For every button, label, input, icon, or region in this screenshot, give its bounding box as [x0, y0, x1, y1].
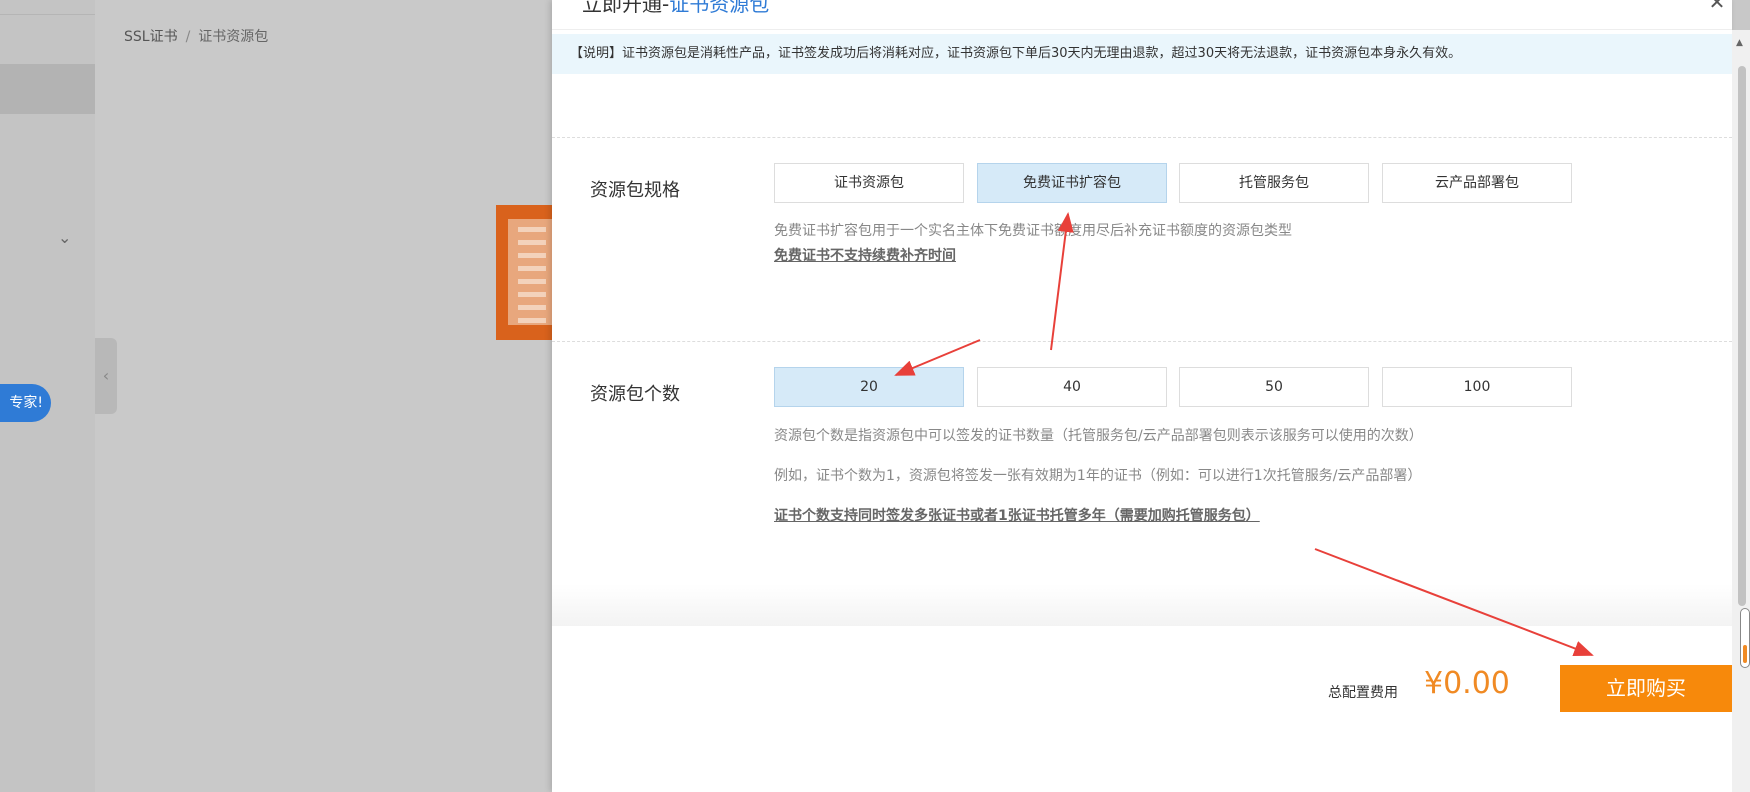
spec-note: 免费证书不支持续费补齐时间: [774, 248, 956, 264]
drawer-title: 立即开通-证书资源包: [582, 0, 769, 17]
count-option-40[interactable]: 40: [977, 367, 1167, 407]
background-sidebar: ⌄ 专家!: [0, 0, 95, 792]
count-note: 证书个数支持同时签发多张证书或者1张证书托管多年（需要加购托管服务包）: [774, 508, 1260, 524]
count-option-50[interactable]: 50: [1179, 367, 1369, 407]
drawer-header: 立即开通-证书资源包 ✕: [552, 0, 1732, 30]
notice-banner: 【说明】证书资源包是消耗性产品，证书签发成功后将消耗对应，证书资源包下单后30天…: [552, 34, 1732, 74]
sidebar-active-item[interactable]: [0, 64, 95, 114]
spec-option-cloud-deploy[interactable]: 云产品部署包: [1382, 163, 1572, 203]
breadcrumb: SSL证书 / 证书资源包: [124, 26, 268, 46]
drawer-title-highlight: 证书资源包: [669, 0, 770, 16]
drawer-footer: [552, 626, 1732, 792]
breadcrumb-root[interactable]: SSL证书: [124, 29, 178, 45]
spec-option-free-expansion[interactable]: 免费证书扩容包: [977, 163, 1167, 203]
count-label: 资源包个数: [590, 384, 680, 405]
product-illustration: [496, 205, 552, 340]
side-scroll-indicator[interactable]: [1740, 608, 1750, 668]
count-description: 资源包个数是指资源包中可以签发的证书数量（托管服务包/云产品部署包则表示该服务可…: [774, 428, 1423, 444]
sidebar-divider: [0, 14, 95, 15]
breadcrumb-separator: /: [185, 29, 191, 45]
count-example: 例如，证书个数为1，资源包将签发一张有效期为1年的证书（例如：可以进行1次托管服…: [774, 468, 1422, 484]
purchase-drawer: 立即开通-证书资源包 ✕ 【说明】证书资源包是消耗性产品，证书签发成功后将消耗对…: [552, 0, 1732, 792]
count-option-100[interactable]: 100: [1382, 367, 1572, 407]
background-main: [95, 0, 552, 792]
footer-fade: [552, 584, 1732, 626]
drawer-title-text: 立即开通: [582, 0, 662, 16]
buy-now-button[interactable]: 立即购买: [1560, 665, 1732, 712]
promo-pill[interactable]: 专家!: [0, 384, 51, 422]
certificate-paper-icon: [508, 219, 552, 325]
count-option-20[interactable]: 20: [774, 367, 964, 407]
total-label: 总配置费用: [1328, 685, 1398, 701]
divider: [552, 137, 1732, 138]
spec-description: 免费证书扩容包用于一个实名主体下免费证书额度用尽后补充证书额度的资源包类型: [774, 223, 1292, 239]
breadcrumb-current: 证书资源包: [198, 29, 269, 45]
spec-option-hosting[interactable]: 托管服务包: [1179, 163, 1369, 203]
scrollbar-thumb[interactable]: [1738, 66, 1746, 606]
spec-option-cert-pack[interactable]: 证书资源包: [774, 163, 964, 203]
total-price: ¥0.00: [1424, 666, 1510, 701]
close-icon[interactable]: ✕: [1702, 0, 1732, 12]
divider: [552, 341, 1732, 342]
spec-label: 资源包规格: [590, 180, 680, 201]
scroll-up-arrow-icon[interactable]: ▲: [1736, 38, 1743, 48]
chevron-down-icon[interactable]: ⌄: [58, 230, 71, 246]
sidebar-collapse-toggle[interactable]: ‹: [95, 338, 117, 414]
